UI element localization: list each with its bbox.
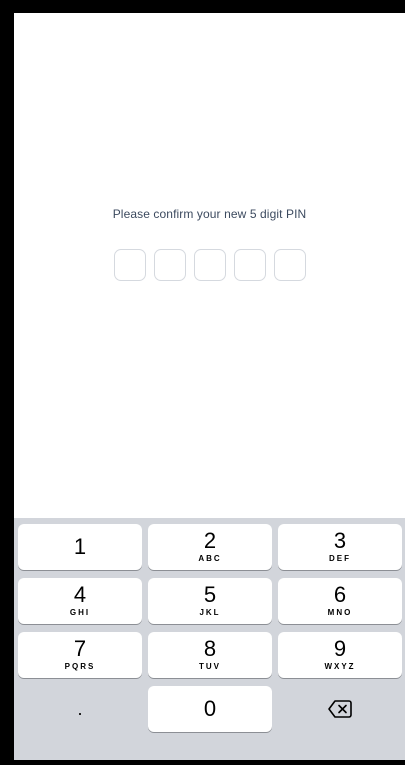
- backspace-button[interactable]: [278, 686, 402, 732]
- pin-digit-box-2[interactable]: [153, 249, 186, 281]
- key-5[interactable]: 5 JKL: [148, 578, 272, 624]
- pin-input-row[interactable]: [14, 249, 405, 281]
- key-digit: 6: [333, 582, 347, 607]
- key-6[interactable]: 6 MNO: [278, 578, 402, 624]
- key-letters: WXYZ: [324, 662, 356, 671]
- key-digit: 8: [203, 636, 217, 661]
- key-digit: 9: [333, 636, 347, 661]
- key-0[interactable]: 0: [148, 686, 272, 732]
- key-digit: 7: [73, 636, 87, 661]
- key-8[interactable]: 8 TUV: [148, 632, 272, 678]
- pin-entry-area: Please confirm your new 5 digit PIN: [14, 13, 405, 518]
- key-digit: 3: [333, 528, 347, 553]
- key-3[interactable]: 3 DEF: [278, 524, 402, 570]
- key-2[interactable]: 2 ABC: [148, 524, 272, 570]
- home-indicator-area: [14, 745, 405, 760]
- key-digit: 5: [203, 582, 217, 607]
- key-digit: 4: [73, 582, 87, 607]
- key-letters: MNO: [327, 608, 353, 617]
- pin-digit-box-3[interactable]: [193, 249, 226, 281]
- key-1[interactable]: 1: [18, 524, 142, 570]
- key-dot-label: .: [77, 699, 83, 719]
- key-letters: DEF: [329, 554, 351, 563]
- key-digit: 2: [203, 528, 217, 553]
- key-letters: JKL: [199, 608, 221, 617]
- pin-digit-box-1[interactable]: [113, 249, 146, 281]
- pin-prompt: Please confirm your new 5 digit PIN: [112, 207, 307, 221]
- device-frame: Please confirm your new 5 digit PIN 1 2 …: [0, 0, 405, 765]
- pin-digit-box-4[interactable]: [233, 249, 266, 281]
- numeric-keypad: 1 2 ABC 3 DEF 4 GHI 5 JKL 6 MNO 7 PQRS 8…: [14, 518, 405, 760]
- key-7[interactable]: 7 PQRS: [18, 632, 142, 678]
- key-letters: TUV: [199, 662, 221, 671]
- key-letters: ABC: [198, 554, 222, 563]
- pin-digit-box-5[interactable]: [273, 249, 306, 281]
- key-digit: 1: [73, 534, 87, 559]
- key-9[interactable]: 9 WXYZ: [278, 632, 402, 678]
- key-letters: PQRS: [64, 662, 96, 671]
- key-letters: GHI: [69, 608, 91, 617]
- screen: Please confirm your new 5 digit PIN 1 2 …: [14, 13, 405, 760]
- key-dot[interactable]: .: [18, 686, 142, 732]
- backspace-icon: [328, 700, 352, 718]
- key-4[interactable]: 4 GHI: [18, 578, 142, 624]
- key-digit: 0: [203, 696, 217, 721]
